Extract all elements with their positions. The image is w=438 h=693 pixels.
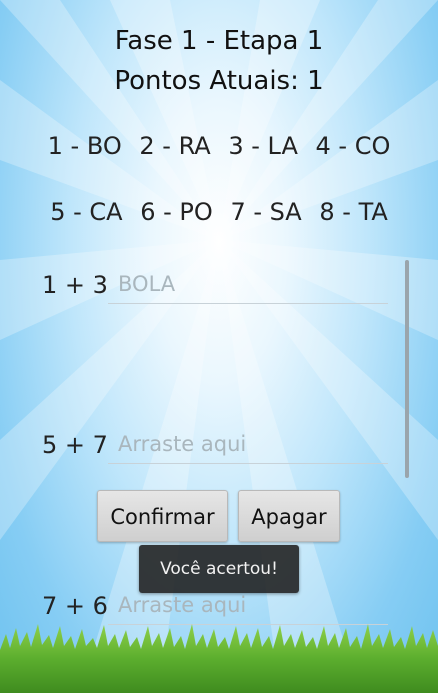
syllable-row-1: 1 - BO 2 - RA 3 - LA 4 - CO [0,132,438,160]
page-title: Fase 1 - Etapa 1 [114,26,324,56]
puzzle-equation: 1 + 3 [42,271,108,299]
puzzle-row: 1 + 3 BOLA [42,265,390,305]
syllable-item: 7 - SA [230,198,302,226]
puzzle-equation: 5 + 7 [42,431,108,459]
syllable-item: 2 - RA [139,132,211,160]
syllable-item: 4 - CO [315,132,391,160]
syllable-item: 3 - LA [228,132,298,160]
answer-input[interactable] [108,425,388,463]
answer-value: BOLA [118,272,176,296]
grass-decoration [0,624,438,693]
toast-message: Você acertou! [139,545,299,593]
answer-field[interactable]: BOLA [108,265,388,304]
clear-button[interactable]: Apagar [238,490,340,542]
answer-field[interactable] [108,425,388,464]
puzzle-equation: 7 + 6 [42,592,108,620]
syllable-item: 6 - PO [140,198,213,226]
syllable-item: 5 - CA [50,198,123,226]
score-label: Pontos Atuais: 1 [114,66,324,96]
scrollbar[interactable] [405,260,409,478]
syllable-item: 8 - TA [319,198,388,226]
syllable-row-2: 5 - CA 6 - PO 7 - SA 8 - TA [0,198,438,226]
syllable-item: 1 - BO [47,132,122,160]
confirm-button[interactable]: Confirmar [97,490,228,542]
puzzle-row: 5 + 7 [42,425,390,465]
